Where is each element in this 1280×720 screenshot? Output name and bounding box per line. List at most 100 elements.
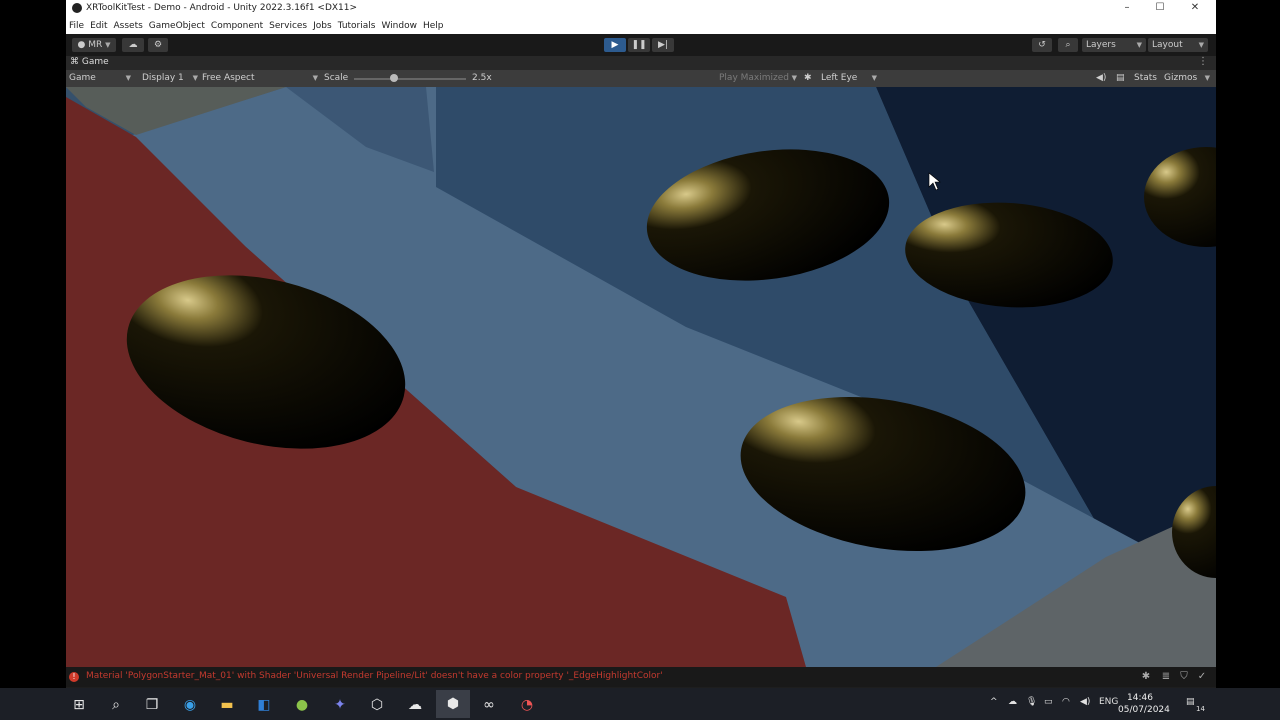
game-viewport[interactable] bbox=[66, 87, 1216, 667]
scale-slider-handle[interactable] bbox=[390, 74, 399, 82]
search-icon: ⌕ bbox=[1065, 40, 1071, 50]
chevron-down-icon: ▼ bbox=[1204, 74, 1210, 82]
layers-stack-icon[interactable]: ≣ bbox=[1160, 671, 1172, 683]
menu-file[interactable]: File bbox=[66, 18, 87, 34]
windows-taskbar: ⊞ ⌕ ❐ ◉ ▬ ◧ ● ✦ ⬡ ☁ ⬢ ∞ ◔ ^ ☁ 🎙 ▭ ◠ ◀) E… bbox=[0, 688, 1280, 720]
view-mode-dropdown[interactable]: Game ▼ bbox=[69, 72, 133, 85]
cloud-icon: ☁ bbox=[128, 40, 138, 50]
keyboard-icon[interactable]: ▤ bbox=[1116, 72, 1125, 85]
gear-icon: ⚙ bbox=[153, 40, 163, 50]
gizmos-label: Gizmos bbox=[1164, 73, 1198, 83]
layers-label: Layers bbox=[1086, 40, 1116, 50]
menu-window[interactable]: Window bbox=[378, 18, 420, 34]
history-icon: ↺ bbox=[1038, 40, 1046, 50]
maximize-button[interactable]: ☐ bbox=[1149, 2, 1171, 16]
game-view-toolbar: Game ▼ Display 1 ▼ Free Aspect ▼ Scale 2… bbox=[66, 70, 1216, 87]
unity-editor-taskbar-icon[interactable]: ⬢ bbox=[436, 690, 470, 718]
pause-icon: ❚❚ bbox=[631, 40, 647, 50]
battery-icon[interactable]: ▭ bbox=[1044, 697, 1053, 707]
app-cloud-icon[interactable]: ☁ bbox=[404, 694, 426, 716]
menu-edit[interactable]: Edit bbox=[87, 18, 110, 34]
teams-icon[interactable]: ✦ bbox=[329, 694, 351, 716]
display-label: Display 1 bbox=[142, 73, 184, 83]
chevron-down-icon: ▼ bbox=[1136, 41, 1142, 49]
menu-gameobject[interactable]: GameObject bbox=[146, 18, 208, 34]
menu-tutorials[interactable]: Tutorials bbox=[335, 18, 379, 34]
unity-logo-icon bbox=[72, 3, 82, 13]
edge-browser-icon[interactable]: ◉ bbox=[179, 694, 201, 716]
error-icon: ! bbox=[69, 672, 79, 682]
chevron-down-icon: ▼ bbox=[791, 74, 797, 82]
app-red-icon[interactable]: ◔ bbox=[516, 694, 538, 716]
menu-assets[interactable]: Assets bbox=[111, 18, 146, 34]
meta-icon[interactable]: ∞ bbox=[478, 694, 500, 716]
task-view-icon[interactable]: ❐ bbox=[141, 694, 163, 716]
scale-value: 2.5x bbox=[472, 73, 492, 83]
layout-dropdown[interactable]: Layout ▼ bbox=[1148, 38, 1208, 52]
console-error-message[interactable]: Material 'PolygonStarter_Mat_01' with Sh… bbox=[86, 671, 663, 681]
aspect-dropdown[interactable]: Free Aspect ▼ bbox=[202, 72, 318, 85]
search-icon[interactable]: ⌕ bbox=[105, 694, 127, 716]
step-button[interactable]: ▶| bbox=[652, 38, 674, 52]
windows-start-icon[interactable]: ⊞ bbox=[68, 694, 90, 716]
menu-component[interactable]: Component bbox=[208, 18, 266, 34]
close-button[interactable]: ✕ bbox=[1184, 2, 1206, 16]
pause-button[interactable]: ❚❚ bbox=[628, 38, 650, 52]
play-button[interactable]: ▶ bbox=[604, 38, 626, 52]
search-button[interactable]: ⌕ bbox=[1058, 38, 1078, 52]
chevron-down-icon: ▼ bbox=[105, 41, 111, 49]
tab-game[interactable]: ⌘ Game bbox=[70, 57, 109, 67]
check-icon[interactable]: ✓ bbox=[1196, 671, 1208, 683]
chevron-down-icon: ▼ bbox=[125, 74, 131, 82]
kebab-menu-icon[interactable]: ⋮ bbox=[1198, 56, 1208, 67]
main-toolbar: ● MR ▼ ☁ ⚙ ▶ ❚❚ ▶| ↺ ⌕ Layers ▼ Layout ▼ bbox=[66, 34, 1216, 56]
gamepad-icon: ⌘ bbox=[70, 57, 79, 67]
debug-bug-icon[interactable]: ✱ bbox=[804, 72, 812, 85]
chevron-down-icon: ▼ bbox=[192, 74, 198, 82]
play-icon: ▶ bbox=[611, 40, 619, 50]
language-indicator[interactable]: ENG bbox=[1099, 697, 1118, 707]
account-button[interactable]: ● MR ▼ bbox=[72, 38, 116, 52]
chevron-up-icon[interactable]: ^ bbox=[990, 697, 998, 707]
game-tab-bar: ⌘ Game ⋮ bbox=[66, 56, 1216, 70]
minimize-button[interactable]: – bbox=[1116, 2, 1138, 16]
volume-icon[interactable]: ◀) bbox=[1080, 697, 1090, 707]
chevron-down-icon: ▼ bbox=[1198, 41, 1204, 49]
system-clock[interactable]: 14:46 05/07/2024 bbox=[1118, 692, 1170, 716]
cloud-button[interactable]: ☁ bbox=[122, 38, 144, 52]
eye-dropdown[interactable]: Left Eye ▼ bbox=[821, 72, 877, 85]
file-explorer-icon[interactable]: ▬ bbox=[216, 694, 238, 716]
history-button[interactable]: ↺ bbox=[1032, 38, 1052, 52]
gizmos-dropdown[interactable]: Gizmos ▼ bbox=[1164, 72, 1210, 85]
stats-button[interactable]: Stats bbox=[1134, 72, 1157, 85]
play-maximized-dropdown[interactable]: Play Maximized ▼ bbox=[719, 72, 797, 85]
scene-render bbox=[66, 87, 1216, 667]
bug-icon[interactable]: ✱ bbox=[1140, 671, 1152, 683]
app-green-icon[interactable]: ● bbox=[291, 694, 313, 716]
menu-services[interactable]: Services bbox=[266, 18, 310, 34]
title-bar: XRToolKitTest - Demo - Android - Unity 2… bbox=[66, 0, 1216, 18]
shield-icon[interactable]: ⛉ bbox=[1178, 671, 1190, 683]
aspect-label: Free Aspect bbox=[202, 73, 255, 83]
menu-jobs[interactable]: Jobs bbox=[310, 18, 335, 34]
clock-date: 05/07/2024 bbox=[1118, 705, 1170, 715]
speaker-icon[interactable]: ◀) bbox=[1096, 72, 1106, 85]
outlook-icon[interactable]: ◧ bbox=[253, 694, 275, 716]
account-label: MR bbox=[88, 40, 103, 50]
window-title: XRToolKitTest - Demo - Android - Unity 2… bbox=[86, 3, 358, 13]
display-dropdown[interactable]: Display 1 ▼ bbox=[142, 72, 198, 85]
layers-dropdown[interactable]: Layers ▼ bbox=[1082, 38, 1146, 52]
chevron-down-icon: ▼ bbox=[871, 74, 877, 82]
notification-icon[interactable]: ▤ bbox=[1186, 697, 1195, 707]
unity-hub-icon[interactable]: ⬡ bbox=[366, 694, 388, 716]
account-icon: ● bbox=[77, 40, 86, 50]
wifi-icon[interactable]: ◠ bbox=[1062, 697, 1070, 707]
chevron-down-icon: ▼ bbox=[312, 74, 318, 82]
menu-help[interactable]: Help bbox=[420, 18, 447, 34]
onedrive-icon[interactable]: ☁ bbox=[1008, 697, 1017, 707]
scale-slider-track[interactable] bbox=[354, 78, 466, 80]
microphone-icon[interactable]: 🎙 bbox=[1026, 697, 1037, 707]
settings-button[interactable]: ⚙ bbox=[148, 38, 168, 52]
status-bar: ! Material 'PolygonStarter_Mat_01' with … bbox=[66, 667, 1216, 687]
eye-label: Left Eye bbox=[821, 73, 858, 83]
